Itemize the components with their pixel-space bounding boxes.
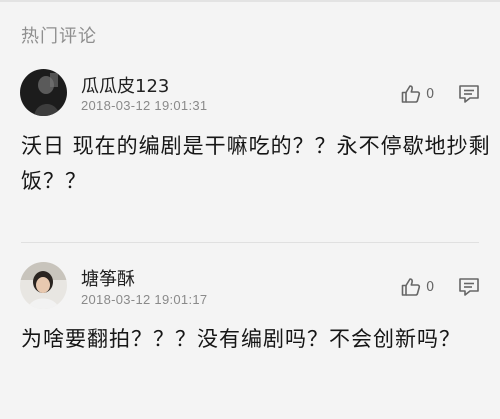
like-count: 0 [426, 86, 435, 102]
timestamp: 2018-03-12 19:01:17 [81, 292, 208, 307]
section-title: 热门评论 [21, 26, 97, 47]
comment-text: 沃日 现在的编剧是干嘛吃的？？永不停歇地抄剩饭？？ [21, 134, 491, 193]
reply-button[interactable] [458, 277, 480, 301]
username[interactable]: 塘筝酥 [81, 265, 135, 291]
comment-icon [459, 278, 479, 296]
thumbs-up-icon [401, 278, 421, 296]
like-button[interactable]: 0 [401, 277, 434, 297]
username[interactable]: 瓜瓜皮123 [81, 72, 169, 98]
avatar[interactable] [20, 262, 67, 309]
like-button[interactable]: 0 [401, 84, 434, 104]
top-divider [0, 0, 500, 2]
comment-text: 为啥要翻拍？？？没有编剧吗？不会创新吗？ [21, 327, 461, 351]
divider [21, 242, 479, 243]
avatar[interactable] [20, 69, 67, 116]
timestamp: 2018-03-12 19:01:31 [81, 98, 208, 113]
like-count: 0 [426, 279, 435, 295]
thumbs-up-icon [401, 85, 421, 103]
comment-icon [459, 85, 479, 103]
reply-button[interactable] [458, 84, 480, 108]
